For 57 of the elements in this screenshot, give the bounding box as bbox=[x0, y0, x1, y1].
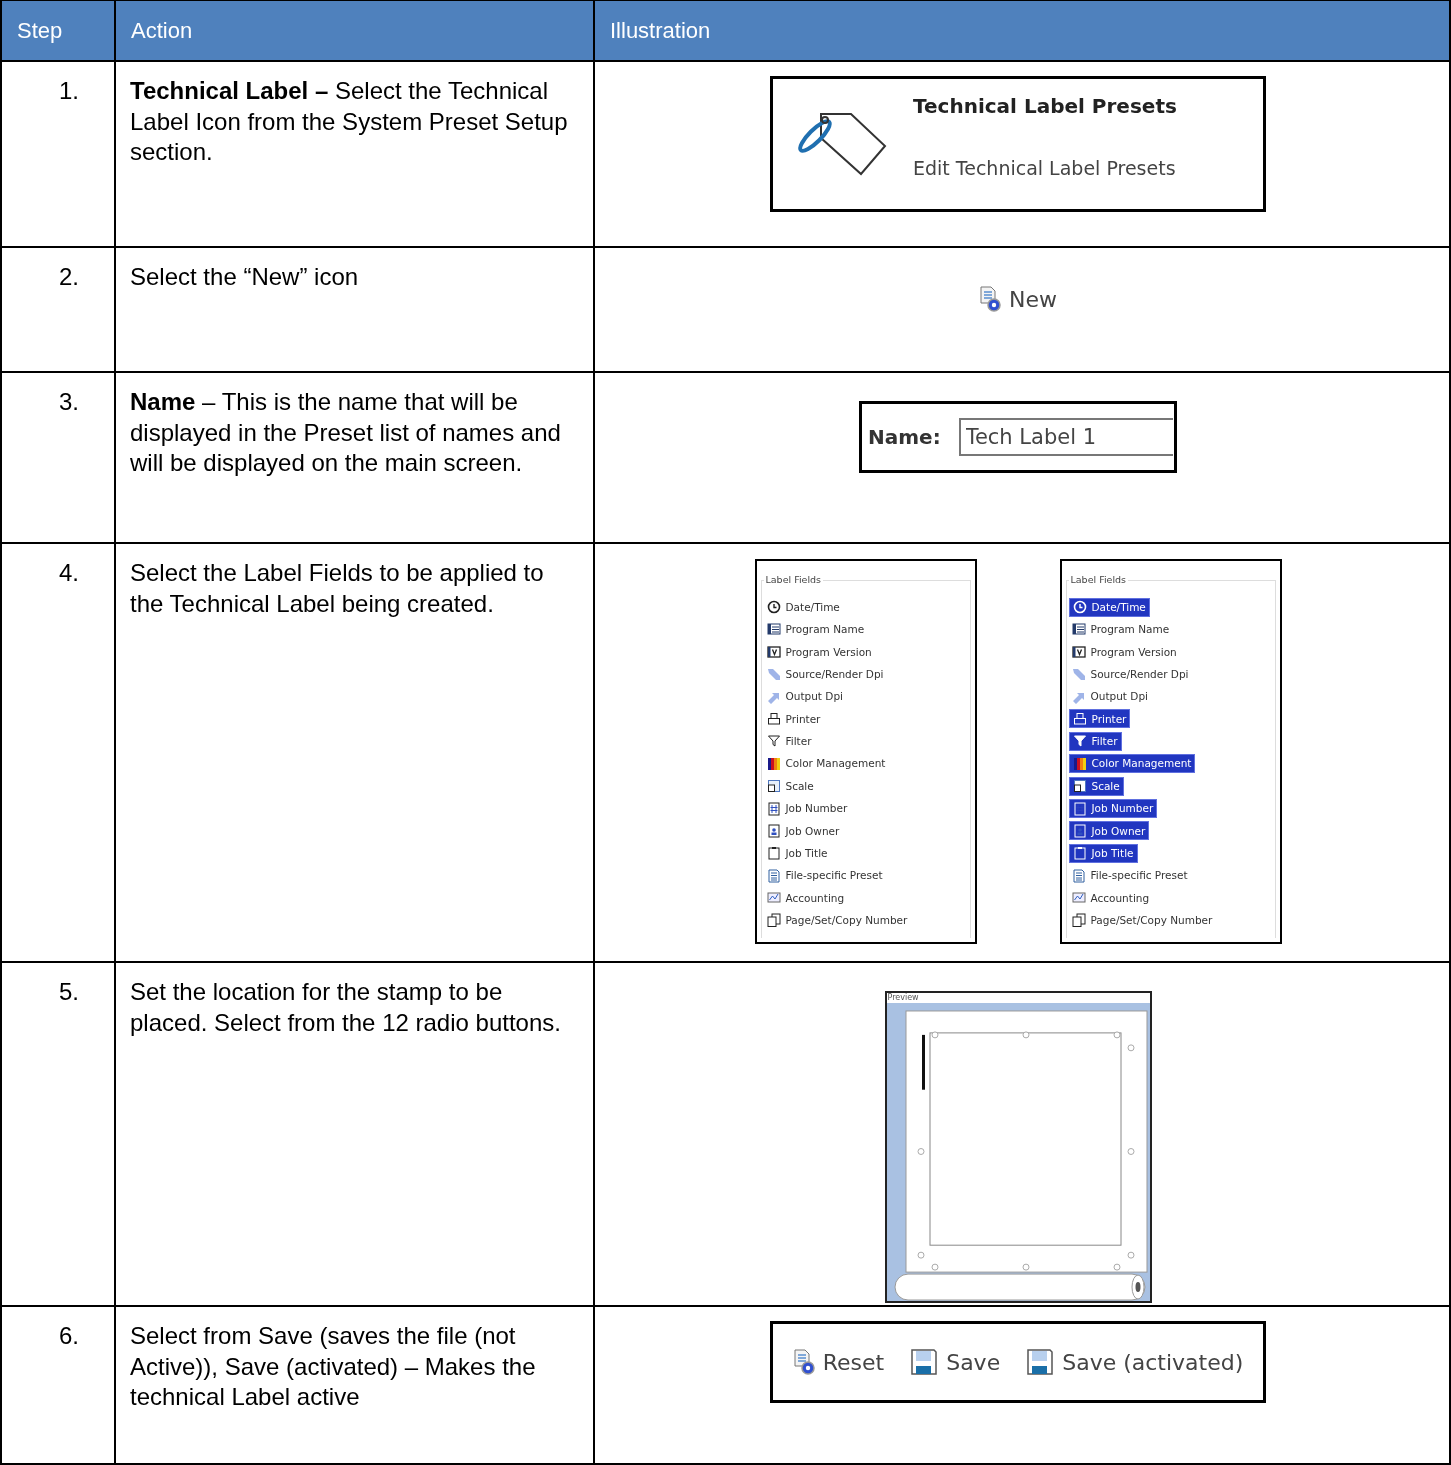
save-button[interactable]: Save bbox=[910, 1348, 1001, 1376]
step-number: 1. bbox=[58, 76, 80, 106]
list-item[interactable]: Job Title bbox=[763, 843, 831, 863]
list-item[interactable]: Color Management bbox=[1068, 754, 1196, 774]
column-header: Action bbox=[116, 0, 595, 62]
name-label: Name: bbox=[868, 423, 941, 451]
list-item[interactable]: Printer bbox=[1068, 709, 1131, 729]
list-item[interactable]: Scale bbox=[763, 776, 817, 796]
list-item[interactable]: Job Number bbox=[1068, 799, 1158, 818]
list-item[interactable]: Source/Render Dpi bbox=[763, 664, 887, 684]
list-item[interactable]: Program Name bbox=[763, 619, 868, 639]
list-item[interactable]: File-specific Preset bbox=[1068, 866, 1191, 886]
step-description: Set the location for the stamp to be placed. Select from the 12 radio buttons. bbox=[130, 977, 562, 1038]
step-description: Select the “New” icon bbox=[130, 262, 360, 292]
list-item[interactable]: Source/Render Dpi bbox=[1068, 664, 1192, 684]
list-item[interactable]: Program Version bbox=[763, 642, 875, 662]
list-item[interactable]: Page/Set/Copy Number bbox=[763, 910, 911, 930]
preset-title[interactable]: Technical Label Presets bbox=[913, 91, 1177, 122]
reset-button[interactable]: Reset bbox=[792, 1349, 885, 1375]
list-item[interactable]: Filter bbox=[763, 731, 815, 751]
group-label: Label Fields bbox=[764, 573, 823, 587]
list-item[interactable]: Accounting bbox=[763, 888, 848, 908]
list-item[interactable]: Output Dpi bbox=[1068, 687, 1151, 707]
list-item[interactable]: Accounting bbox=[1068, 888, 1153, 908]
list-item[interactable]: Job Owner bbox=[763, 821, 843, 841]
save-button[interactable]: Save (activated) bbox=[1026, 1348, 1244, 1376]
list-item[interactable]: Job Number bbox=[763, 799, 851, 818]
list-item[interactable]: Job Title bbox=[1068, 843, 1138, 863]
preset-card[interactable]: Technical Label Presets Edit Technical Label Presets bbox=[770, 76, 1266, 212]
list-item[interactable]: Job Owner bbox=[1068, 821, 1150, 841]
step-number: 2. bbox=[58, 262, 80, 292]
step-number: 3. bbox=[58, 387, 80, 417]
list-item[interactable]: Color Management bbox=[763, 754, 889, 774]
step-description: Technical Label – Select the Technical Label Icon from the System Preset Setup section. bbox=[130, 76, 569, 167]
list-item[interactable]: File-specific Preset bbox=[763, 866, 886, 886]
new-button[interactable]: New bbox=[979, 286, 1057, 312]
preview-title: Preview bbox=[886, 993, 920, 1003]
group-label: Label Fields bbox=[1069, 573, 1128, 587]
column-header: Illustration bbox=[595, 0, 1451, 62]
list-item[interactable]: Program Version bbox=[1068, 642, 1180, 662]
step-description: Name – This is the name that will be displayed in the Preset list of names and will be displayed on the main screen. bbox=[130, 387, 562, 478]
name-field[interactable]: Tech Label 1 bbox=[958, 418, 1173, 456]
list-item[interactable]: Page/Set/Copy Number bbox=[1068, 910, 1216, 930]
list-item[interactable]: Program Name bbox=[1068, 619, 1173, 639]
list-item[interactable]: Date/Time bbox=[763, 597, 843, 617]
step-number: 6. bbox=[58, 1321, 80, 1351]
list-item[interactable]: Date/Time bbox=[1068, 597, 1150, 617]
list-item[interactable]: Output Dpi bbox=[763, 687, 846, 707]
preset-link[interactable]: Edit Technical Label Presets bbox=[913, 152, 1177, 183]
step-description: Select from Save (saves the file (not Active)), Save (activated) – Makes the technical Label active bbox=[130, 1321, 537, 1412]
column-header: Step bbox=[2, 0, 116, 62]
step-description: Select the Label Fields to be applied to the Technical Label being created. bbox=[130, 558, 545, 619]
step-number: 4. bbox=[58, 558, 80, 588]
step-number: 5. bbox=[58, 977, 80, 1007]
list-item[interactable]: Printer bbox=[763, 709, 824, 729]
list-item[interactable]: Filter bbox=[1068, 731, 1122, 751]
list-item[interactable]: Scale bbox=[1068, 776, 1124, 796]
